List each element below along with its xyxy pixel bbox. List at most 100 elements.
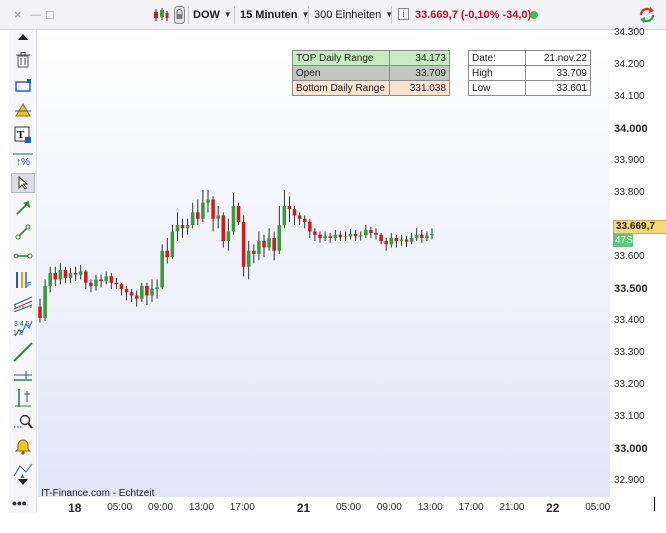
candle-body	[140, 285, 144, 299]
candle	[99, 274, 103, 288]
horizontal-line-icon[interactable]	[11, 246, 35, 266]
range-label: Bottom Daily Range	[292, 80, 390, 96]
day-label: High	[468, 65, 526, 81]
pointer-icon[interactable]	[11, 173, 35, 193]
arrow-line-icon[interactable]	[11, 198, 35, 218]
candle	[267, 228, 271, 251]
symbol-selector[interactable]: DOW ▼	[193, 8, 232, 23]
candle-body	[43, 285, 47, 318]
candle	[236, 202, 241, 226]
daily-range-table: TOP Daily Range 34.173 Open 33.709 Botto…	[292, 50, 450, 96]
candle	[252, 244, 256, 264]
candle-body	[89, 282, 93, 286]
lock-icon[interactable]	[174, 6, 185, 29]
candle-body	[374, 233, 378, 235]
candlestick-chart-icon[interactable]	[153, 8, 169, 27]
candle	[226, 218, 231, 251]
candle	[53, 266, 58, 286]
interval-label: 15 Minuten	[240, 9, 298, 21]
price-tick-label: 33.300	[614, 347, 645, 359]
candle	[68, 268, 73, 283]
horizontal-ray-icon[interactable]	[11, 366, 35, 386]
candle	[389, 233, 394, 248]
drawing-tools-panel: T ↑% F 3 4 51 2 ▲	[9, 30, 37, 513]
candle-body	[231, 205, 236, 232]
maximize-window-icon[interactable]: □	[46, 7, 54, 23]
toolbar-separator	[391, 6, 392, 24]
diagonal-line-icon[interactable]	[11, 342, 35, 362]
candle-body	[364, 229, 368, 236]
trash-icon[interactable]	[11, 50, 35, 70]
candle-body	[318, 234, 322, 238]
alarm-draw-icon[interactable]	[11, 100, 35, 120]
candle-body	[104, 276, 108, 282]
refresh-icon[interactable]	[638, 6, 656, 29]
candle	[297, 212, 302, 226]
price-axis[interactable]: 34.30034.20034.10034.00033.90033.80033.7…	[610, 27, 666, 497]
interval-selector[interactable]: 15 Minuten ▼	[240, 8, 309, 23]
time-tick-label: 18	[68, 501, 82, 515]
candle	[302, 215, 307, 229]
rectangle-icon[interactable]	[11, 76, 35, 96]
candle	[180, 218, 185, 238]
price-tick-label: 34.100	[614, 91, 645, 103]
candle-body	[292, 209, 297, 216]
candle	[94, 274, 98, 291]
candle-body	[175, 225, 180, 232]
time-tick-label: 17:00	[229, 502, 255, 513]
candle-body	[384, 241, 388, 245]
time-axis[interactable]: 18 05:00 09:00 13:00 17:00 21 05:00 09:00 13:00 1…	[38, 497, 610, 517]
candle	[190, 202, 195, 229]
candle	[369, 226, 373, 238]
candle-body	[99, 279, 103, 282]
percent-tool-icon[interactable]: ↑%	[11, 149, 35, 169]
price-tick-label: 33.100	[614, 411, 645, 423]
candle-body	[221, 215, 226, 242]
fibonacci-icon[interactable]: F	[11, 270, 35, 290]
candle	[165, 237, 170, 264]
units-selector[interactable]: 300 Einheiten ▼	[314, 8, 393, 23]
text-tool-icon[interactable]: T	[11, 125, 35, 145]
time-tick-label: 05:00	[585, 502, 611, 513]
chevron-down-icon: ▼	[223, 10, 232, 19]
day-label: Low	[468, 80, 526, 96]
price-chart[interactable]	[38, 30, 610, 497]
candle	[277, 205, 282, 254]
elliott-wave-icon[interactable]: 3 4 51 2	[11, 318, 35, 338]
more-tools-button[interactable]: •••	[12, 495, 27, 511]
day-stats-table: Date: 21.nov.22 High 33.709 Low 33.601	[468, 50, 591, 96]
candle	[170, 225, 175, 259]
table-row: High 33.709	[468, 65, 591, 81]
candle	[119, 282, 124, 296]
text-cursor	[654, 497, 655, 511]
time-tick-label: 22	[546, 501, 560, 515]
candle	[313, 228, 317, 242]
scroll-up-icon[interactable]	[11, 31, 35, 43]
range-label: TOP Daily Range	[292, 50, 390, 66]
candle-body	[38, 306, 42, 318]
candle	[206, 189, 210, 213]
info-icon[interactable]: i	[398, 8, 409, 20]
candle	[384, 237, 388, 251]
candle	[394, 234, 399, 248]
time-tick-label: 13:00	[417, 502, 443, 513]
candle	[308, 218, 312, 238]
alert-bell-icon[interactable]	[11, 436, 35, 456]
price-tick-label: 33.200	[614, 379, 645, 391]
scroll-down-icon[interactable]	[11, 476, 35, 488]
vertical-line-icon[interactable]	[11, 388, 35, 408]
minimize-window-icon[interactable]: —	[30, 7, 41, 23]
candle	[58, 263, 63, 285]
trend-channel-icon[interactable]	[11, 294, 35, 314]
line-segment-icon[interactable]	[11, 222, 35, 242]
time-tick-label: 17:00	[458, 502, 484, 513]
close-window-icon[interactable]: ×	[14, 7, 22, 23]
chevron-down-icon: ▼	[385, 10, 394, 19]
candle-body	[277, 225, 282, 251]
zoom-icon[interactable]	[11, 412, 35, 432]
candle-body	[185, 225, 190, 229]
candle	[129, 289, 134, 302]
time-tick-label: 21	[296, 501, 311, 515]
candle	[425, 231, 429, 242]
chart-area[interactable]	[38, 30, 610, 497]
